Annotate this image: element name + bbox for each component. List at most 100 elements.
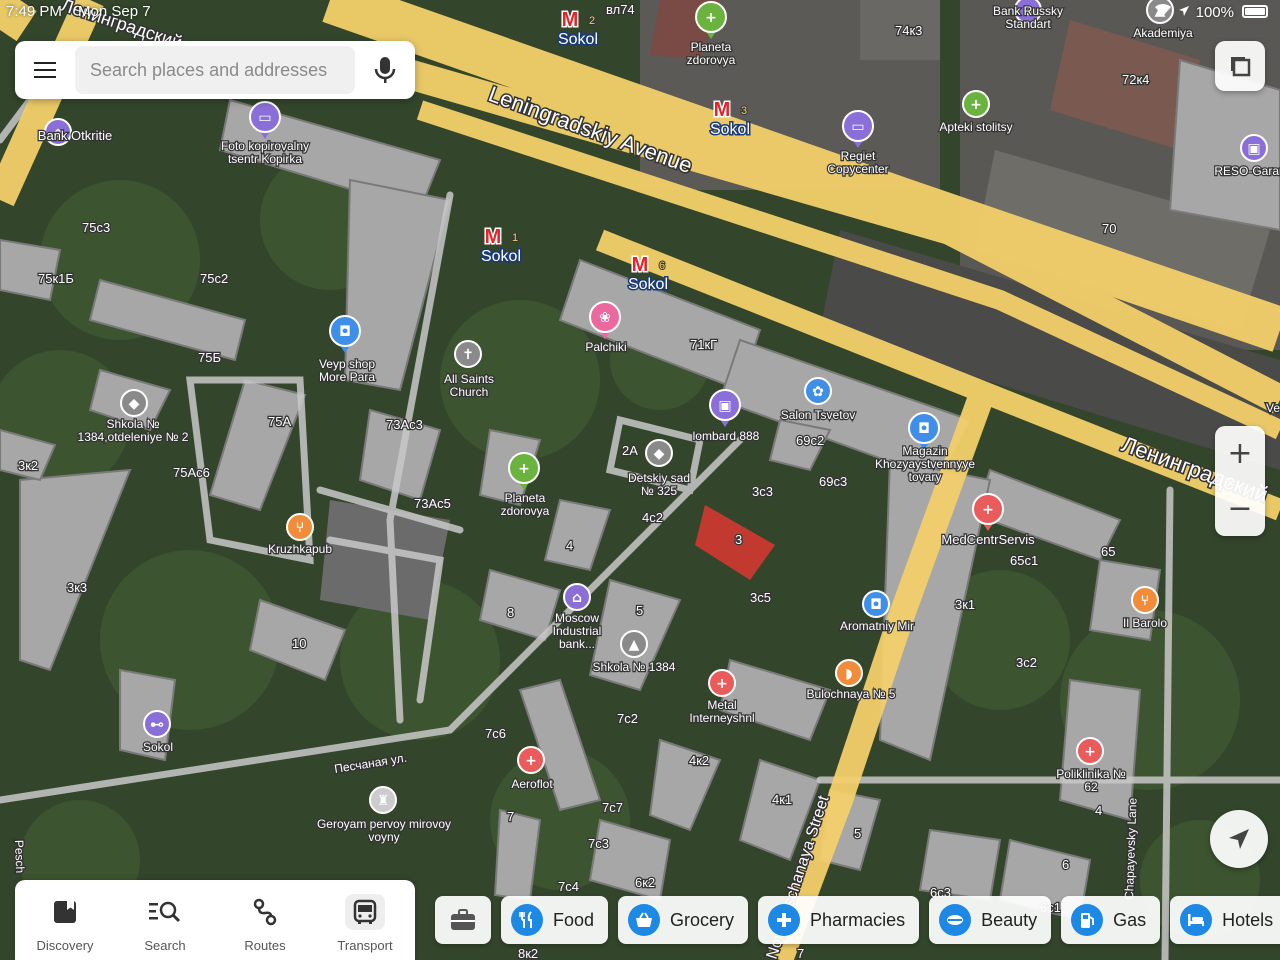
microphone-icon[interactable]: [355, 41, 415, 99]
medical-icon: +: [982, 502, 994, 518]
chip-food[interactable]: Food: [501, 896, 609, 944]
poi-label: Apteki stolitsy: [939, 120, 1012, 134]
search-input[interactable]: [75, 46, 355, 94]
metro-icon: M: [714, 99, 731, 121]
battery-icon: [1242, 5, 1268, 18]
house-number: 75Ас6: [173, 465, 210, 480]
poi-label: zdorovya: [687, 53, 736, 67]
medical-icon: +: [716, 676, 728, 692]
chip-label: Grocery: [670, 909, 735, 930]
status-time: 7:49 PM: [6, 3, 62, 20]
chip-label: Gas: [1113, 909, 1147, 930]
house-number: 71кГ: [690, 337, 717, 352]
flower-icon: ✿: [812, 384, 824, 400]
poi-label: Kruzhkapub: [268, 542, 332, 556]
search-list-icon: [145, 894, 185, 930]
chip-gas[interactable]: Gas: [1061, 896, 1161, 944]
poi-label: 62: [1084, 780, 1098, 794]
house-number: 3с2: [1016, 655, 1037, 670]
battery-percent: 100%: [1195, 3, 1234, 21]
cross-icon: [768, 904, 801, 936]
tab-search[interactable]: Search: [115, 880, 215, 960]
search-panel: [15, 41, 415, 99]
house-number: 4: [1095, 803, 1102, 818]
poi-label: Detskiy sad: [628, 471, 690, 485]
metro-station-name: Sokol: [628, 276, 668, 293]
house-number: 7с3: [588, 836, 609, 851]
tab-label: Transport: [337, 938, 393, 953]
street-label-right-edge: Ve: [1266, 401, 1280, 415]
navigation-arrow-icon: [1229, 829, 1249, 849]
school-icon: ▲: [629, 637, 640, 653]
bottom-tab-bar: Discovery Search Routes Transport: [15, 880, 415, 960]
house-number: 2А: [622, 443, 638, 458]
poi-label: Regiet: [841, 149, 876, 163]
poi-label: Bulochnaya № 5: [807, 687, 896, 701]
tab-label: Search: [144, 938, 186, 953]
house-number: 3с5: [750, 590, 771, 605]
shopping-bag-icon: ◘: [918, 421, 930, 437]
fitness-icon: ⊷: [150, 717, 164, 733]
zoom-in-button[interactable]: +: [1215, 426, 1265, 481]
chip-label: Hotels: [1222, 909, 1274, 930]
zoom-out-button[interactable]: −: [1215, 481, 1265, 536]
zoom-control: + −: [1215, 426, 1265, 536]
chip-label: Pharmacies: [810, 909, 906, 930]
house-number: 75с2: [200, 271, 228, 286]
pharmacy-icon: +: [518, 461, 530, 477]
house-number: 75с3: [82, 220, 110, 235]
medical-icon: +: [525, 753, 537, 769]
food-icon: ⑂: [1141, 593, 1149, 609]
chip-beauty[interactable]: Beauty: [929, 896, 1052, 944]
menu-icon[interactable]: [15, 41, 75, 99]
poi-label: Poliklinika №: [1056, 767, 1126, 781]
briefcase-chip[interactable]: [435, 896, 491, 944]
poi-label: Planeta: [505, 491, 546, 505]
tab-discovery[interactable]: Discovery: [15, 880, 115, 960]
poi-label: Akademiya: [1133, 26, 1193, 40]
tab-label: Discovery: [36, 938, 94, 953]
briefcase-icon: ▣: [1247, 141, 1260, 157]
chip-pharmacies[interactable]: Pharmacies: [758, 896, 920, 944]
kindergarten-icon: ◆: [129, 396, 140, 412]
poi-label: Palchiki: [585, 340, 626, 354]
fork-knife-icon: [511, 904, 543, 936]
house-number: 10: [292, 636, 306, 651]
map-canvas[interactable]: Leningradskiy Avenue Ленинградский Ленин…: [0, 0, 1280, 960]
poi-label: bank...: [559, 637, 595, 651]
poi-label: Copycenter: [827, 162, 888, 176]
chip-hotels[interactable]: Hotels: [1170, 896, 1280, 944]
house-number: 65: [1101, 544, 1115, 559]
metro-icon: M: [485, 226, 502, 248]
medical-icon: +: [1084, 744, 1096, 760]
poi-label: Interneyshnl: [689, 711, 754, 725]
bus-icon: [345, 894, 385, 930]
location-arrow-icon: [1178, 4, 1190, 21]
beauty-icon: [939, 904, 972, 936]
my-location-button[interactable]: [1210, 810, 1268, 868]
house-number: 7: [507, 809, 514, 824]
metro-station-name: Sokol: [481, 248, 521, 265]
shopping-bag-icon: ◘: [870, 597, 882, 613]
poi-label: zdorovya: [501, 504, 550, 518]
poi-label: tsentr Kopirka: [228, 152, 302, 166]
chip-grocery[interactable]: Grocery: [618, 896, 749, 944]
bakery-icon: ◗: [845, 666, 852, 682]
house-number: 75Б: [198, 350, 221, 365]
house-number: 75к1Б: [38, 271, 74, 286]
house-number: 73Ас5: [414, 496, 451, 511]
briefcase-icon: [451, 909, 475, 930]
poi-label: 1384,otdeleniye № 2: [78, 430, 189, 444]
layers-button[interactable]: [1215, 41, 1265, 91]
poi-label: Foto kopirovalny: [221, 139, 309, 153]
poi-label: tovary: [909, 470, 942, 484]
fuel-icon: [1071, 904, 1104, 936]
house-number: 73Ас3: [386, 417, 423, 432]
poi-label: Metal: [707, 698, 736, 712]
tab-routes[interactable]: Routes: [215, 880, 315, 960]
poi-label: Il Barolo: [1123, 616, 1167, 630]
poi-label: Bank Otkritie: [38, 128, 112, 143]
metro-exit-number: 1: [512, 232, 518, 244]
tab-transport[interactable]: Transport: [315, 880, 415, 960]
bed-icon: [1180, 904, 1213, 936]
